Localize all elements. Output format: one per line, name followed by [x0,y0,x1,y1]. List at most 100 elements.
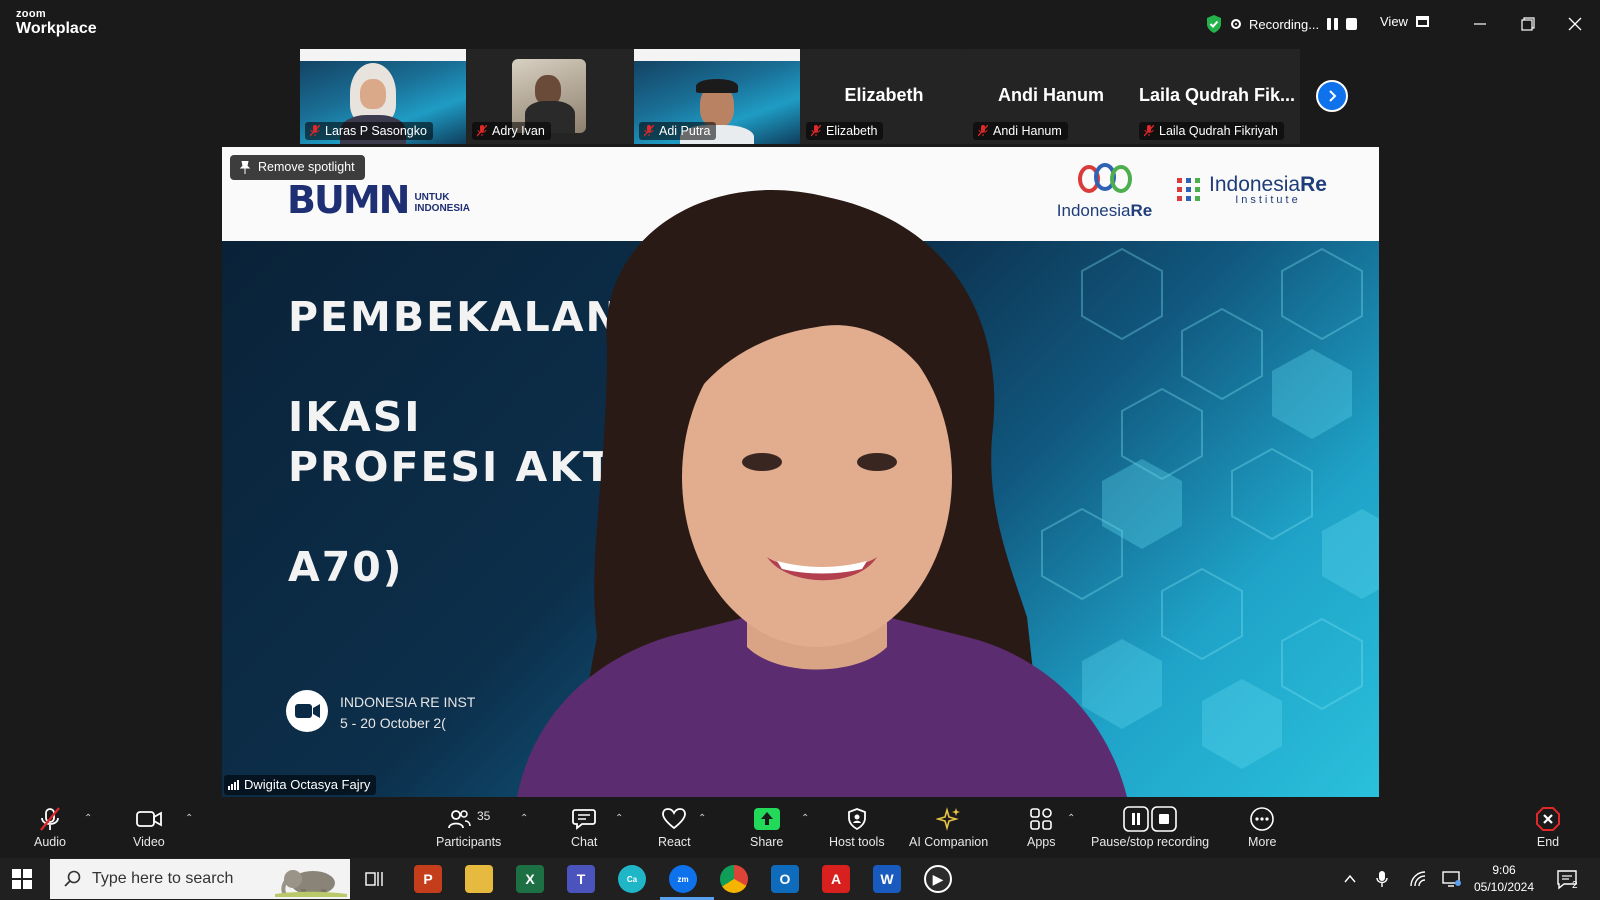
share-screen-button[interactable]: Share [750,806,783,854]
shield-check-icon[interactable] [1205,14,1223,34]
network-icon[interactable] [1409,870,1427,888]
video-options-chevron-icon[interactable]: ⌃ [185,813,193,824]
more-dots-icon [1250,807,1275,831]
next-page-button[interactable] [1316,80,1348,112]
windows-start-icon[interactable] [12,869,32,889]
recording-label: Recording... [1249,16,1320,32]
stop-recording-icon[interactable] [1346,18,1358,30]
search-icon [64,870,81,887]
video-button[interactable]: Video [133,806,165,854]
mic-muted-icon [40,807,60,831]
file-explorer-icon[interactable] [465,865,493,893]
show-hidden-icons-chevron-icon[interactable] [1343,872,1357,886]
pin-icon [240,161,250,174]
pause-stop-recording-icon [1123,806,1177,832]
outlook-icon[interactable]: O [771,865,799,893]
media-player-icon[interactable]: ▶ [924,865,952,893]
chrome-icon[interactable] [720,865,748,893]
ai-companion-button[interactable]: AI Companion [909,806,988,854]
view-grid-icon [1415,16,1429,27]
powerpoint-icon[interactable]: P [414,865,442,893]
participant-hair [696,79,738,93]
participants-button[interactable]: 35 Participants [436,806,501,854]
dot-grid-icon [1177,178,1200,201]
end-meeting-button[interactable]: End [1535,806,1561,854]
minimize-icon[interactable] [1468,12,1492,36]
zoom-camera-icon [286,690,328,732]
taskbar-clock[interactable]: 9:06 05/10/2024 [1469,862,1539,896]
audio-button[interactable]: Audio [34,806,66,854]
apps-options-chevron-icon[interactable]: ⌃ [1067,813,1075,824]
bumn-logo: BUMN UNTUK INDONESIA [287,178,470,222]
microphone-tray-icon[interactable] [1375,870,1389,888]
pause-stop-recording-button[interactable]: Pause/stop recording [1091,806,1209,854]
recording-indicator: Recording... [1205,12,1358,36]
participant-thumbnail-strip: Laras P Sasongko Adry Ivan Adi Putra Eli… [300,49,1300,144]
canva-icon[interactable]: Ca [618,865,646,893]
elephant-search-highlight-icon [275,870,347,897]
end-x-icon [1536,807,1560,831]
remove-spotlight-button[interactable]: Remove spotlight [230,155,365,180]
teams-icon[interactable]: T [567,865,595,893]
participant-name-tag: Laila Qudrah Fikriyah [1139,122,1284,140]
participant-name-tag: Elizabeth [806,122,884,140]
react-button[interactable]: React [658,806,691,854]
connection-signal-icon [228,780,239,790]
mic-muted-icon [811,125,821,137]
zoom-workplace-logo: zoom Workplace [16,8,97,37]
excel-icon[interactable]: X [516,865,544,893]
windows-taskbar: Type here to search P X T Ca zm O A W ▶ … [0,858,1600,900]
chat-button[interactable]: Chat [571,806,597,854]
sparkle-icon [935,807,960,831]
participant-name-tag: Andi Hanum [973,122,1068,140]
participant-name-tag: Adry Ivan [472,122,551,140]
display-tray-icon[interactable] [1442,870,1462,888]
notification-count: 2 [1572,880,1578,891]
view-button[interactable]: View [1380,14,1429,29]
share-options-chevron-icon[interactable]: ⌃ [801,813,809,824]
chat-bubble-icon [572,809,597,830]
task-view-icon[interactable] [364,869,384,889]
participant-face [360,79,386,109]
participants-icon [448,810,471,829]
apps-button[interactable]: Apps [1027,806,1056,854]
participant-tile[interactable]: Laila Qudrah Fik... Laila Qudrah Fikriya… [1134,49,1300,144]
word-icon[interactable]: W [873,865,901,893]
participant-display-name: Andi Hanum [998,85,1104,105]
mic-muted-icon [1144,125,1154,137]
shield-icon [847,808,866,831]
recording-dot-icon [1231,19,1241,29]
video-camera-icon [135,811,162,827]
mic-muted-icon [978,125,988,137]
acrobat-icon[interactable]: A [822,865,850,893]
pause-recording-icon[interactable] [1327,18,1339,30]
participants-options-chevron-icon[interactable]: ⌃ [520,813,528,824]
title-bar: zoom Workplace Recording... View [0,0,1600,47]
participant-tile[interactable]: Andi Hanum Andi Hanum [968,49,1134,144]
participant-display-name: Elizabeth [844,85,924,105]
zoom-app-icon[interactable]: zm [669,865,697,893]
restore-window-icon[interactable] [1516,12,1540,36]
mic-muted-icon [477,125,487,137]
participant-display-name: Laila Qudrah Fik... [1138,85,1296,105]
participants-count: 35 [476,809,491,823]
participant-tile[interactable]: Elizabeth Elizabeth [801,49,967,144]
chat-options-chevron-icon[interactable]: ⌃ [615,813,623,824]
host-tools-button[interactable]: Host tools [829,806,885,854]
more-button[interactable]: More [1248,806,1276,854]
mic-muted-icon [310,125,320,137]
audio-options-chevron-icon[interactable]: ⌃ [84,813,92,824]
speaker-name-tag: Dwigita Octasya Fajry [224,775,377,795]
participant-name-tag: Adi Putra [639,122,717,140]
close-window-icon[interactable] [1563,12,1587,36]
participant-tile[interactable]: Adi Putra [634,49,800,144]
indonesia-re-institute-logo: IndonesiaRe Institute [1177,174,1327,206]
spotlight-video[interactable]: BUMN UNTUK INDONESIA IndonesiaRe Indonesi… [222,147,1379,797]
react-options-chevron-icon[interactable]: ⌃ [698,813,706,824]
mic-muted-icon [644,125,654,137]
taskbar-search-box[interactable]: Type here to search [50,859,350,899]
participant-tile[interactable]: Laras P Sasongko [300,49,466,144]
participant-tile[interactable]: Adry Ivan [467,49,633,144]
chevron-right-icon [1329,90,1337,102]
meeting-toolbar: Audio ⌃ Video ⌃ 35 Participants ⌃ Chat ⌃… [0,800,1600,858]
